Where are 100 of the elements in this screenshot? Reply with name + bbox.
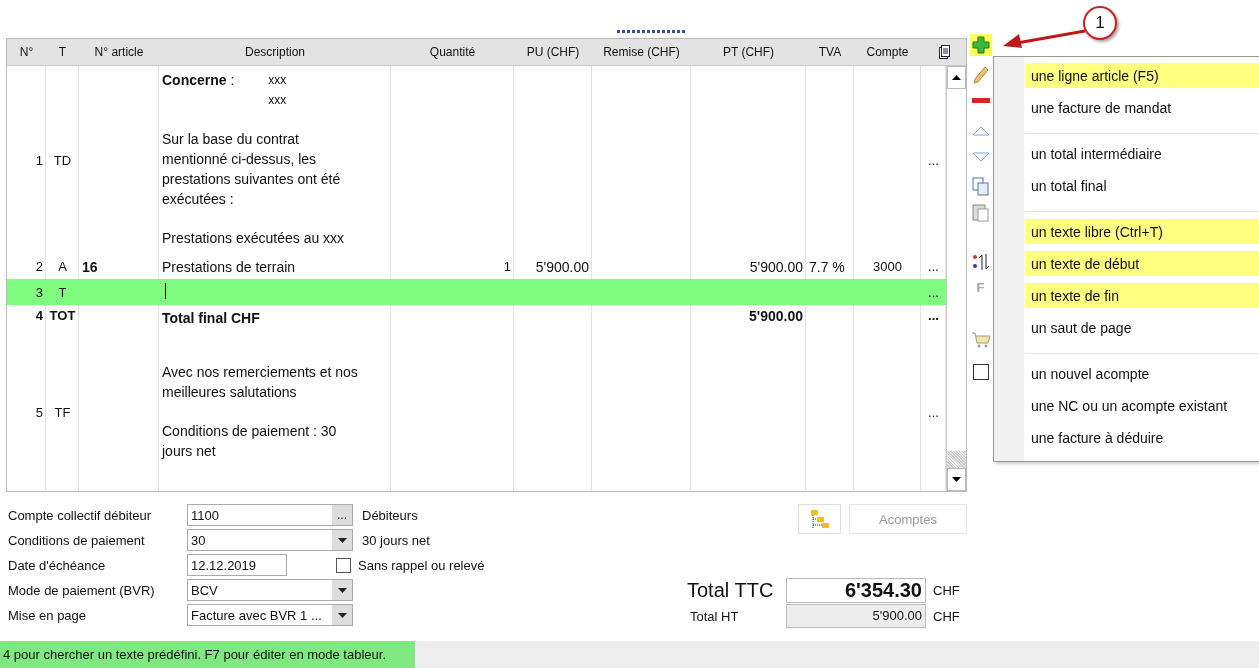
more-button[interactable]: ... [921, 152, 946, 168]
status-text: 4 pour chercher un texte prédéfini. F7 pour éditer en mode tableur. [0, 641, 415, 668]
table-row[interactable]: 2 A 16 Prestations de terrain 1 5'900.00 5'900.00 7.7 % 3000 ... [7, 254, 946, 279]
scrollbar[interactable] [946, 66, 966, 491]
menu-item[interactable]: un texte de début [1025, 251, 1259, 276]
caret-icon [337, 587, 347, 593]
total-price-cell-text: 5'900.00 [748, 258, 804, 275]
field-label: Mise en page [8, 607, 88, 623]
more-button[interactable]: ... [921, 305, 946, 323]
caret-icon [337, 537, 347, 543]
description-text: Sur la base du contrat mentionné ci-dessus, les prestations suivantes ont été exécutées : [162, 130, 342, 209]
total-ht-field: 5'900.00 [786, 604, 926, 628]
sort-icon [970, 252, 991, 272]
checkbox-label: Sans rappel ou relevé [358, 557, 485, 573]
checkbox[interactable] [336, 557, 351, 573]
currency-label: CHF [933, 583, 960, 598]
field-label: Conditions de paiement [8, 532, 146, 548]
subject-value: xxx [268, 72, 287, 89]
selected-row[interactable]: 3 T ... [7, 279, 946, 305]
total-ttc-field: 6'354.30 [786, 578, 926, 603]
field-label: Compte collectif débiteur [8, 507, 153, 523]
row-type: A [57, 259, 68, 274]
menu-item[interactable]: un nouvel acompte [1025, 361, 1259, 386]
column-header[interactable]: N° article [79, 39, 159, 65]
up-arrow-icon [952, 75, 961, 80]
tree-button[interactable] [798, 504, 841, 534]
field-hint: Débiteurs [362, 507, 418, 523]
quantity-cell-text: 1 [502, 259, 512, 274]
row-number: 1 [34, 152, 44, 168]
description-text: Total final CHF [162, 309, 261, 328]
column-header[interactable]: Compte [854, 39, 921, 65]
subject-label: Concerne : [162, 71, 235, 90]
dropdown-field[interactable]: 30 [187, 529, 353, 551]
column-header[interactable]: TVA [806, 39, 854, 65]
field-label: Date d'échéance [8, 557, 107, 573]
field-hint: 30 jours net [362, 532, 430, 548]
column-header[interactable]: T [46, 39, 79, 65]
column-header[interactable]: Remise (CHF) [592, 39, 691, 65]
description-text: Prestations de terrain [162, 257, 297, 277]
square-icon [972, 364, 989, 380]
menu-item[interactable]: une facture de mandat [1025, 95, 1259, 120]
table-row[interactable]: 1 TD Concerne : xxx xxx Sur la base du contrat mentionné ci-dessus, les prestations suivantes ont été exécutées : Prestations exécutées au xxx ... [7, 66, 946, 254]
caret-icon [337, 612, 347, 618]
article-number: 16 [81, 258, 99, 275]
table-row[interactable]: 4 TOT Total final CHF 5'900.00 ... [7, 305, 946, 350]
pencil-icon [972, 66, 989, 84]
column-header[interactable]: N° [7, 39, 46, 65]
callout-badge: 1 [1083, 6, 1117, 40]
dropdown-field[interactable]: Facture avec BVR 1 ... [187, 604, 353, 626]
vat-cell-text: 7.7 % [808, 258, 846, 275]
browse-button[interactable]: ... [332, 505, 352, 525]
account-field[interactable]: 1100 ... [187, 504, 353, 526]
column-header[interactable]: PT (CHF) [691, 39, 806, 65]
table-row[interactable]: 5 TF Avec nos remerciements et nos meilleures salutations Conditions de paiement : 30 jours net ... [7, 350, 946, 475]
menu-item[interactable]: une NC ou un acompte existant [1025, 393, 1259, 418]
row-type: TD [52, 152, 73, 168]
description-text: Prestations exécutées au xxx [162, 229, 346, 248]
row-number: 4 [34, 307, 44, 323]
splitter-grip[interactable] [617, 30, 686, 33]
more-button[interactable]: ... [921, 405, 946, 420]
menu-item[interactable]: un saut de page [1025, 315, 1259, 340]
description-text: Conditions de paiement : 30 jours net [162, 422, 338, 461]
cart-icon [970, 331, 991, 349]
up-triangle-icon [971, 126, 990, 136]
toolbar-letter: F [976, 279, 985, 295]
total-price-cell-text: 5'900.00 [748, 307, 804, 324]
currency-label: CHF [933, 608, 960, 624]
field-label: Mode de paiement (BVR) [8, 582, 156, 598]
total-label: Total HT [689, 608, 740, 624]
column-header[interactable]: Quantité [391, 39, 514, 65]
menu-item[interactable]: un total final [1025, 173, 1259, 198]
unit-price-cell-text: 5'900.00 [534, 258, 590, 275]
plus-icon [971, 36, 990, 54]
more-button[interactable]: ... [921, 259, 946, 274]
row-number: 2 [34, 259, 44, 274]
dropdown-field[interactable]: BCV [187, 579, 353, 601]
row-type: T [57, 284, 68, 300]
menu-item[interactable]: une facture à déduire [1025, 425, 1259, 450]
column-header[interactable]: PU (CHF) [514, 39, 592, 65]
row-type: TF [53, 405, 72, 420]
down-arrow-icon [952, 477, 961, 482]
total-label: Total TTC [687, 579, 775, 602]
text-cursor [165, 283, 166, 299]
row-type: TOT [48, 307, 77, 323]
menu-item[interactable]: un total intermédiaire [1025, 141, 1259, 166]
date-field[interactable]: 12.12.2019 [187, 554, 287, 576]
paste-icon [971, 202, 990, 222]
menu-item[interactable]: une ligne article (F5) [1025, 63, 1259, 88]
account-cell-text: 3000 [872, 259, 903, 274]
menu-item[interactable]: un texte de fin [1025, 283, 1259, 308]
column-chooser-icon [938, 45, 950, 59]
subject-value: xxx [268, 92, 287, 109]
scrollbar-thumb[interactable] [947, 451, 966, 468]
column-header[interactable]: Description [159, 39, 391, 65]
menu-item[interactable]: un texte libre (Ctrl+T) [1025, 219, 1259, 244]
folder-tree-icon [809, 509, 830, 529]
row-number: 5 [34, 405, 44, 420]
down-triangle-icon [971, 152, 990, 162]
minus-icon [971, 97, 990, 103]
more-button[interactable]: ... [921, 284, 946, 300]
